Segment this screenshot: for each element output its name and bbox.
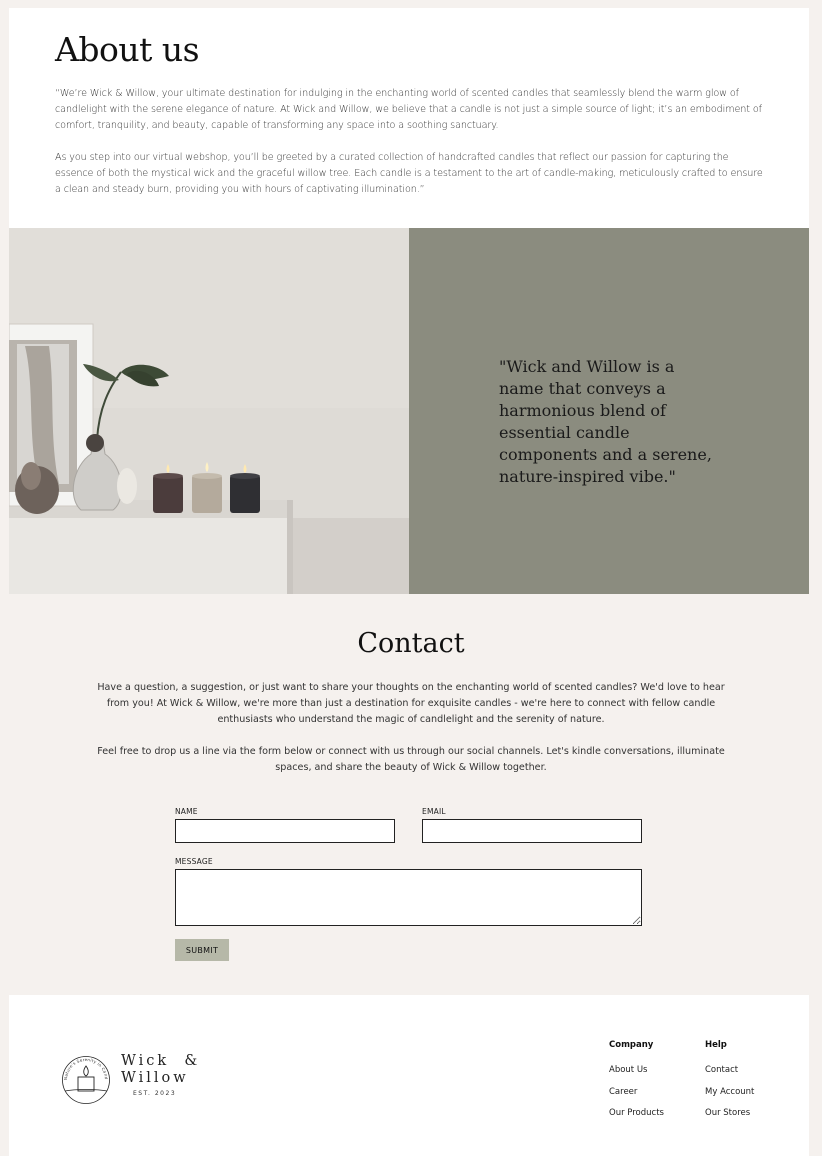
brand-name: Wick & Willow bbox=[121, 1053, 200, 1087]
footer-company-title: Company bbox=[609, 1040, 654, 1050]
name-label: NAME bbox=[175, 807, 198, 816]
footer-link-our-products[interactable]: Our Products bbox=[609, 1108, 664, 1118]
footer-help-title: Help bbox=[705, 1040, 727, 1050]
brand-established: EST. 2023 bbox=[133, 1090, 177, 1097]
brand-logo[interactable]: Nature's Serenity in Candles Wick & Will… bbox=[61, 1047, 211, 1109]
candle-logo-icon: Nature's Serenity in Candles bbox=[61, 1047, 110, 1104]
contact-paragraph-1: Have a question, a suggestion, or just w… bbox=[97, 682, 725, 725]
email-label: EMAIL bbox=[422, 807, 446, 816]
footer-link-my-account[interactable]: My Account bbox=[705, 1087, 754, 1097]
contact-title: Contact bbox=[357, 628, 465, 659]
message-label: MESSAGE bbox=[175, 857, 213, 866]
footer-link-about-us[interactable]: About Us bbox=[609, 1065, 647, 1075]
message-field[interactable] bbox=[175, 869, 642, 926]
candles-photo bbox=[9, 228, 409, 594]
contact-paragraph-2: Feel free to drop us a line via the form… bbox=[97, 746, 725, 773]
footer-link-career[interactable]: Career bbox=[609, 1087, 637, 1097]
about-paragraph-2: As you step into our virtual webshop, yo… bbox=[55, 152, 763, 195]
quote-panel: "Wick and Willow is a name that conveys … bbox=[409, 228, 809, 594]
about-paragraph-1: “We’re Wick & Willow, your ultimate dest… bbox=[55, 88, 762, 131]
brand-line-2: Willow bbox=[121, 1070, 189, 1086]
submit-button[interactable]: SUBMIT bbox=[175, 939, 229, 961]
about-title: About us bbox=[55, 30, 200, 69]
footer: Nature's Serenity in Candles Wick & Will… bbox=[9, 995, 809, 1156]
email-field[interactable] bbox=[422, 819, 642, 843]
brand-quote: "Wick and Willow is a name that conveys … bbox=[499, 357, 712, 486]
about-section: About us “We’re Wick & Willow, your ulti… bbox=[9, 8, 809, 228]
name-field[interactable] bbox=[175, 819, 395, 843]
footer-link-contact[interactable]: Contact bbox=[705, 1065, 738, 1075]
footer-link-our-stores[interactable]: Our Stores bbox=[705, 1108, 750, 1118]
brand-line-1: Wick & bbox=[121, 1053, 201, 1069]
